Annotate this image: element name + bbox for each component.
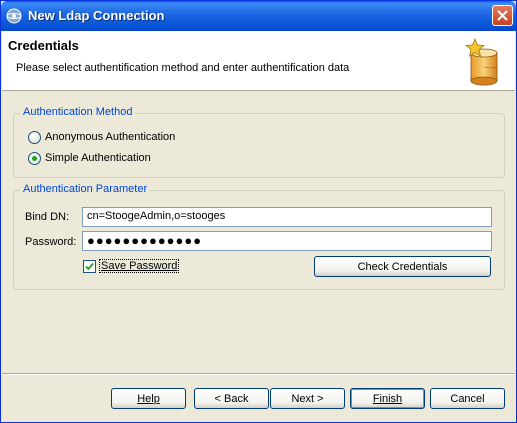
wizard-header: Credentials Please select authentificati… xyxy=(2,31,515,91)
page-description: Please select authentification method an… xyxy=(16,62,350,74)
help-button[interactable]: Help xyxy=(111,388,186,409)
finish-button[interactable]: Finish xyxy=(350,388,425,409)
checkmark-icon xyxy=(85,262,94,270)
radio-simple-label: Simple Authentication xyxy=(45,152,151,164)
auth-param-legend: Authentication Parameter xyxy=(20,183,151,195)
database-star-icon xyxy=(464,37,498,86)
bind-dn-label: Bind DN: xyxy=(25,211,70,223)
auth-method-group: Authentication Method Anonymous Authenti… xyxy=(13,106,505,178)
bind-dn-input[interactable]: cn=StoogeAdmin,o=stooges xyxy=(82,207,492,227)
window-title: New Ldap Connection xyxy=(28,8,165,23)
save-password-checkbox-row[interactable]: Save Password xyxy=(83,259,180,273)
close-icon xyxy=(497,10,508,21)
save-password-label: Save Password xyxy=(99,259,180,273)
back-button-label: < Back xyxy=(214,392,249,405)
radio-simple-button[interactable] xyxy=(28,151,41,165)
close-button[interactable] xyxy=(492,5,513,26)
radio-anonymous-label: Anonymous Authentication xyxy=(45,131,176,143)
cancel-button[interactable]: Cancel xyxy=(430,388,505,409)
finish-button-label: Finish xyxy=(372,392,403,405)
title-bar[interactable]: New Ldap Connection xyxy=(1,1,516,31)
ldap-app-icon xyxy=(6,8,22,24)
back-button[interactable]: < Back xyxy=(194,388,269,409)
radio-anonymous-button[interactable] xyxy=(28,130,41,144)
page-title: Credentials xyxy=(8,38,79,53)
next-button-label: Next > xyxy=(291,392,324,405)
footer-separator xyxy=(2,373,515,375)
radio-anonymous[interactable]: Anonymous Authentication xyxy=(28,129,175,145)
auth-method-legend: Authentication Method xyxy=(20,106,136,118)
save-password-checkbox[interactable] xyxy=(83,259,96,273)
auth-param-group: Authentication Parameter Bind DN: cn=Sto… xyxy=(13,183,505,290)
next-button[interactable]: Next > xyxy=(270,388,345,409)
password-input[interactable]: ●●●●●●●●●●●●● xyxy=(82,231,492,251)
radio-simple[interactable]: Simple Authentication xyxy=(28,150,151,166)
dialog-window: New Ldap Connection Credentials Please s… xyxy=(0,0,517,423)
cancel-button-label: Cancel xyxy=(450,392,485,405)
password-label: Password: xyxy=(25,236,77,248)
help-button-label: Help xyxy=(137,392,160,405)
check-credentials-button[interactable]: Check Credentials xyxy=(314,256,491,277)
